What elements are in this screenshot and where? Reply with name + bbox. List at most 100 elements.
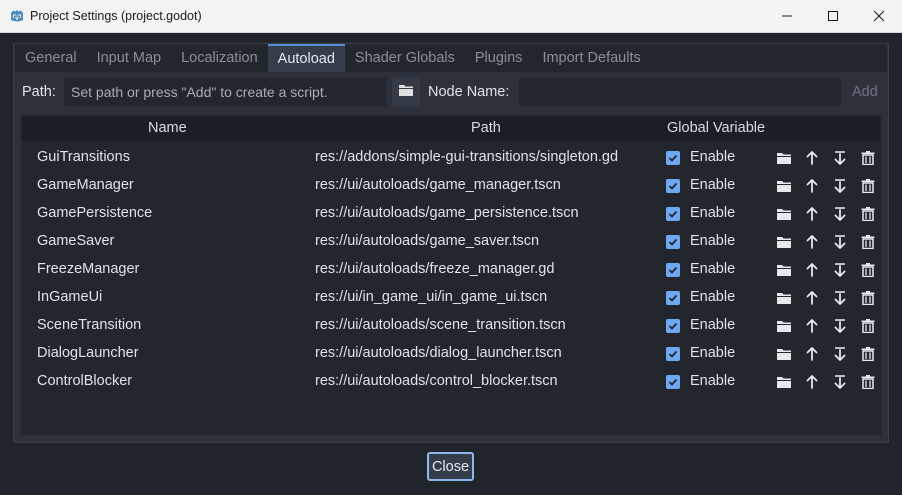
- autoload-name[interactable]: GamePersistence: [37, 205, 152, 221]
- close-icon[interactable]: [856, 0, 902, 32]
- tab-plugins[interactable]: Plugins: [465, 44, 533, 72]
- node-name-input[interactable]: [518, 77, 842, 107]
- tab-input-map[interactable]: Input Map: [87, 44, 172, 72]
- table-header: Name Path Global Variable: [22, 116, 880, 141]
- path-label: Path:: [22, 84, 56, 100]
- folder-icon[interactable]: [776, 262, 792, 278]
- folder-icon[interactable]: [776, 178, 792, 194]
- column-header-path: Path: [471, 120, 501, 136]
- trash-icon[interactable]: [860, 206, 876, 222]
- folder-icon[interactable]: [776, 234, 792, 250]
- trash-icon[interactable]: [860, 374, 876, 390]
- move-up-icon[interactable]: [804, 318, 820, 334]
- folder-icon[interactable]: [776, 290, 792, 306]
- move-up-icon[interactable]: [804, 374, 820, 390]
- move-down-icon[interactable]: [832, 150, 848, 166]
- move-down-icon[interactable]: [832, 262, 848, 278]
- add-button[interactable]: Add: [852, 84, 878, 100]
- enable-checkbox[interactable]: [666, 263, 680, 277]
- trash-icon[interactable]: [860, 290, 876, 306]
- trash-icon[interactable]: [860, 234, 876, 250]
- autoload-table: Name Path Global Variable GuiTransitions…: [20, 114, 882, 436]
- table-row[interactable]: ControlBlocker res://ui/autoloads/control…: [21, 368, 881, 396]
- autoload-name[interactable]: ControlBlocker: [37, 373, 132, 389]
- table-row[interactable]: DialogLauncher res://ui/autoloads/dialog_…: [21, 340, 881, 368]
- move-down-icon[interactable]: [832, 290, 848, 306]
- enable-label: Enable: [690, 317, 736, 333]
- autoload-name[interactable]: DialogLauncher: [37, 345, 139, 361]
- table-row[interactable]: GameSaver res://ui/autoloads/game_saver.t…: [21, 228, 881, 256]
- enable-checkbox[interactable]: [666, 319, 680, 333]
- tab-import-defaults[interactable]: Import Defaults: [532, 44, 650, 72]
- autoload-path: res://ui/in_game_ui/in_game_ui.tscn: [315, 289, 548, 305]
- table-row[interactable]: InGameUi res://ui/in_game_ui/in_game_ui.t…: [21, 284, 881, 312]
- move-down-icon[interactable]: [832, 234, 848, 250]
- autoload-path: res://addons/simple-gui-transitions/sing…: [315, 149, 619, 165]
- enable-label: Enable: [690, 205, 736, 221]
- move-down-icon[interactable]: [832, 346, 848, 362]
- close-button[interactable]: Close: [427, 452, 474, 481]
- enable-checkbox[interactable]: [666, 375, 680, 389]
- enable-label: Enable: [690, 261, 736, 277]
- autoload-name[interactable]: FreezeManager: [37, 261, 139, 277]
- tab-bar: General Input Map Localization Autoload …: [15, 44, 887, 72]
- trash-icon[interactable]: [860, 178, 876, 194]
- enable-label: Enable: [690, 289, 736, 305]
- enable-label: Enable: [690, 177, 736, 193]
- browse-folder-button[interactable]: [392, 77, 420, 107]
- folder-icon[interactable]: [776, 318, 792, 334]
- tab-autoload[interactable]: Autoload: [267, 44, 345, 72]
- window-title: Project Settings (project.godot): [30, 9, 202, 23]
- settings-panel: General Input Map Localization Autoload …: [13, 43, 889, 443]
- path-input[interactable]: Set path or press "Add" to create a scri…: [63, 77, 387, 107]
- table-row[interactable]: GuiTransitions res://addons/simple-gui-tr…: [21, 144, 881, 172]
- move-down-icon[interactable]: [832, 318, 848, 334]
- move-up-icon[interactable]: [804, 178, 820, 194]
- move-up-icon[interactable]: [804, 290, 820, 306]
- move-up-icon[interactable]: [804, 234, 820, 250]
- enable-label: Enable: [690, 233, 736, 249]
- maximize-icon[interactable]: [810, 0, 856, 32]
- enable-checkbox[interactable]: [666, 291, 680, 305]
- godot-app-icon: [9, 8, 25, 24]
- autoload-path: res://ui/autoloads/game_persistence.tscn: [315, 205, 579, 221]
- autoload-name[interactable]: GuiTransitions: [37, 149, 130, 165]
- tab-localization[interactable]: Localization: [171, 44, 268, 72]
- tab-general[interactable]: General: [15, 44, 87, 72]
- autoload-name[interactable]: SceneTransition: [37, 317, 141, 333]
- move-down-icon[interactable]: [832, 374, 848, 390]
- enable-checkbox[interactable]: [666, 207, 680, 221]
- move-down-icon[interactable]: [832, 206, 848, 222]
- move-up-icon[interactable]: [804, 262, 820, 278]
- trash-icon[interactable]: [860, 150, 876, 166]
- folder-icon[interactable]: [776, 346, 792, 362]
- minimize-icon[interactable]: [764, 0, 810, 32]
- trash-icon[interactable]: [860, 346, 876, 362]
- enable-checkbox[interactable]: [666, 235, 680, 249]
- enable-label: Enable: [690, 373, 736, 389]
- move-up-icon[interactable]: [804, 150, 820, 166]
- table-row[interactable]: SceneTransition res://ui/autoloads/scene_…: [21, 312, 881, 340]
- enable-checkbox[interactable]: [666, 347, 680, 361]
- folder-icon[interactable]: [776, 150, 792, 166]
- autoload-name[interactable]: GameSaver: [37, 233, 114, 249]
- move-up-icon[interactable]: [804, 346, 820, 362]
- folder-icon[interactable]: [776, 206, 792, 222]
- enable-checkbox[interactable]: [666, 179, 680, 193]
- folder-icon[interactable]: [776, 374, 792, 390]
- trash-icon[interactable]: [860, 318, 876, 334]
- trash-icon[interactable]: [860, 262, 876, 278]
- autoload-name[interactable]: GameManager: [37, 177, 134, 193]
- column-header-name: Name: [148, 120, 187, 136]
- table-row[interactable]: GameManager res://ui/autoloads/game_manag…: [21, 172, 881, 200]
- path-row: Path: Set path or press "Add" to create …: [14, 77, 888, 109]
- autoload-path: res://ui/autoloads/game_saver.tscn: [315, 233, 540, 249]
- table-row[interactable]: FreezeManager res://ui/autoloads/freeze_m…: [21, 256, 881, 284]
- move-up-icon[interactable]: [804, 206, 820, 222]
- autoload-name[interactable]: InGameUi: [37, 289, 102, 305]
- tab-shader-globals[interactable]: Shader Globals: [345, 44, 465, 72]
- table-row[interactable]: GamePersistence res://ui/autoloads/game_p…: [21, 200, 881, 228]
- move-down-icon[interactable]: [832, 178, 848, 194]
- enable-checkbox[interactable]: [666, 151, 680, 165]
- enable-label: Enable: [690, 149, 736, 165]
